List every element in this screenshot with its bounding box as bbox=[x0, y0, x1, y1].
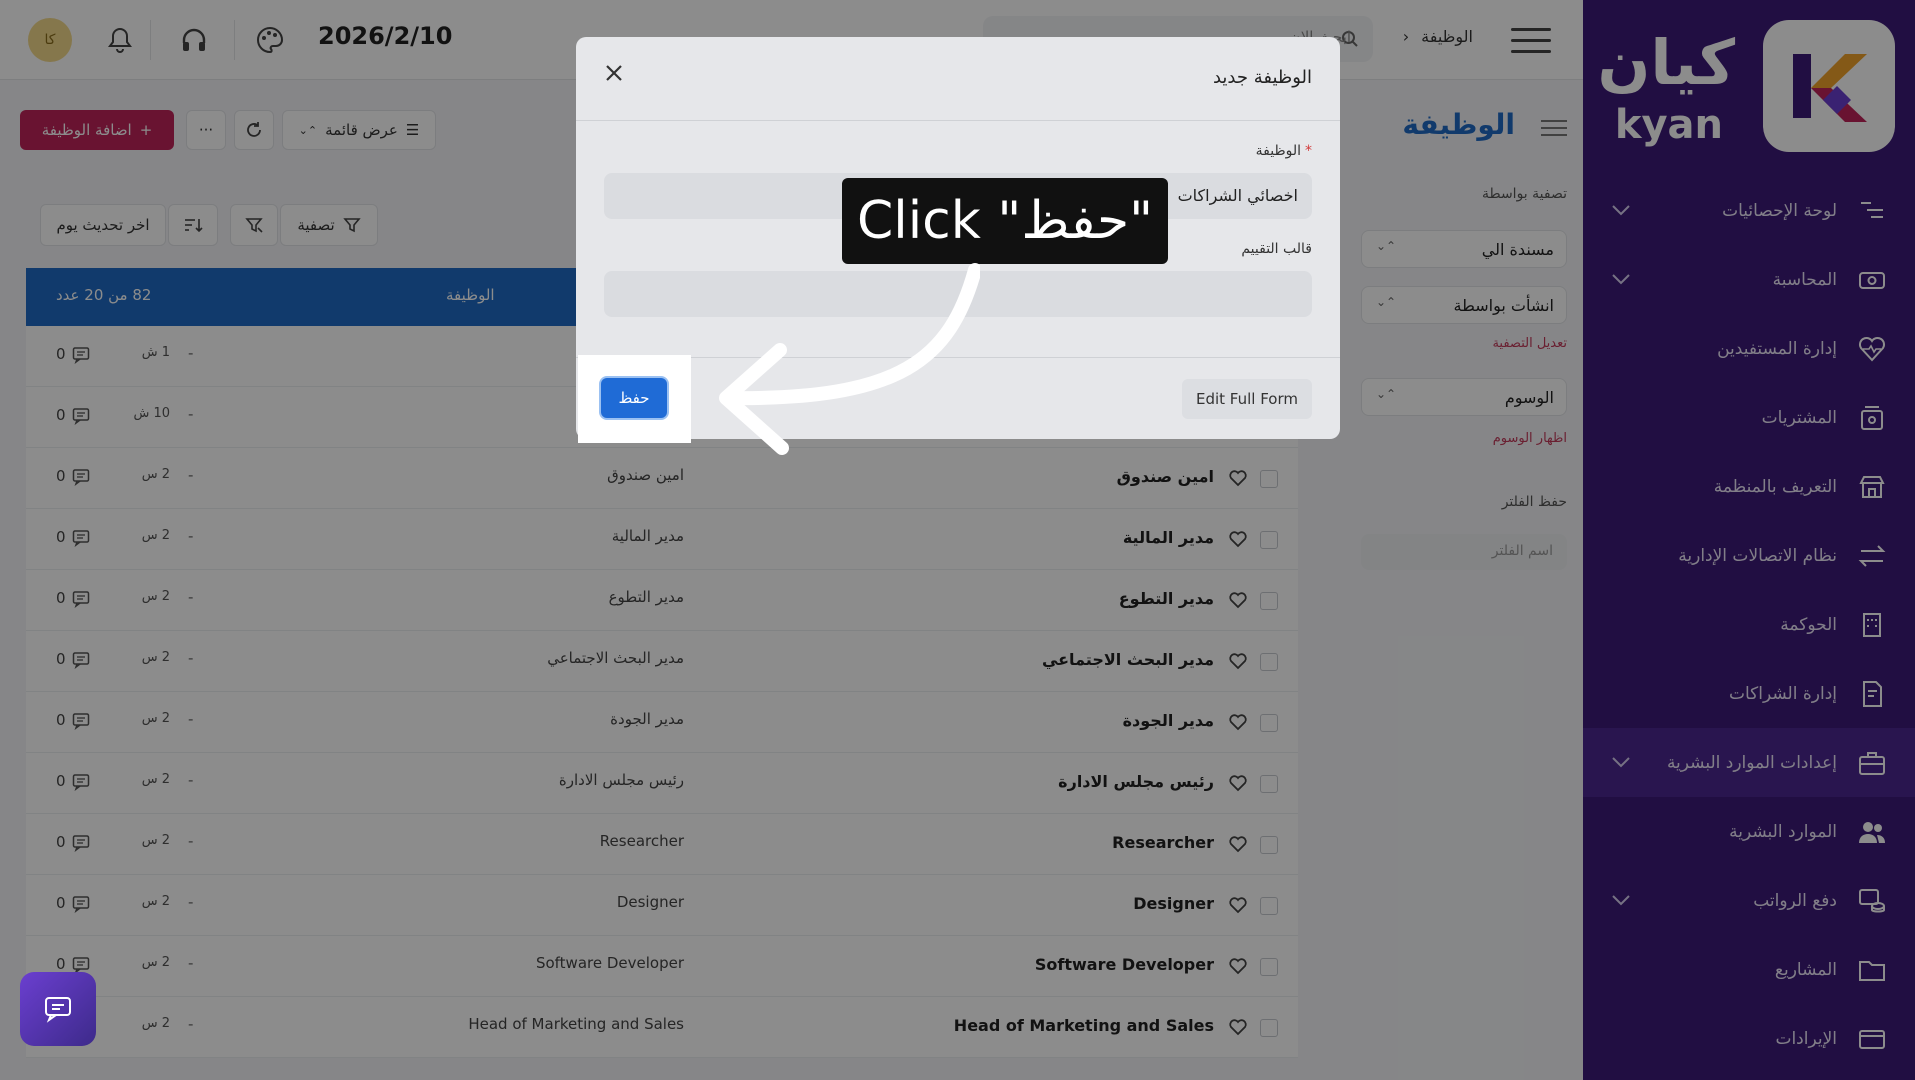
chat-button[interactable] bbox=[20, 972, 96, 1046]
edit-full-form-button[interactable]: Edit Full Form bbox=[1182, 379, 1312, 419]
close-icon[interactable] bbox=[604, 63, 624, 83]
job-field-value: اخصائي الشراكات bbox=[1177, 186, 1298, 205]
job-field-label: *الوظيفة bbox=[1256, 143, 1312, 159]
modal-header: الوظيفة جديد bbox=[576, 37, 1340, 121]
template-field-label: قالب التقييم bbox=[1241, 241, 1312, 257]
modal-title: الوظيفة جديد bbox=[1212, 67, 1312, 88]
pointer-arrow-icon bbox=[719, 263, 980, 455]
job-label-text: الوظيفة bbox=[1255, 143, 1301, 159]
chat-icon bbox=[45, 997, 71, 1023]
required-marker: * bbox=[1305, 143, 1312, 159]
save-button[interactable]: حفظ bbox=[601, 378, 667, 418]
